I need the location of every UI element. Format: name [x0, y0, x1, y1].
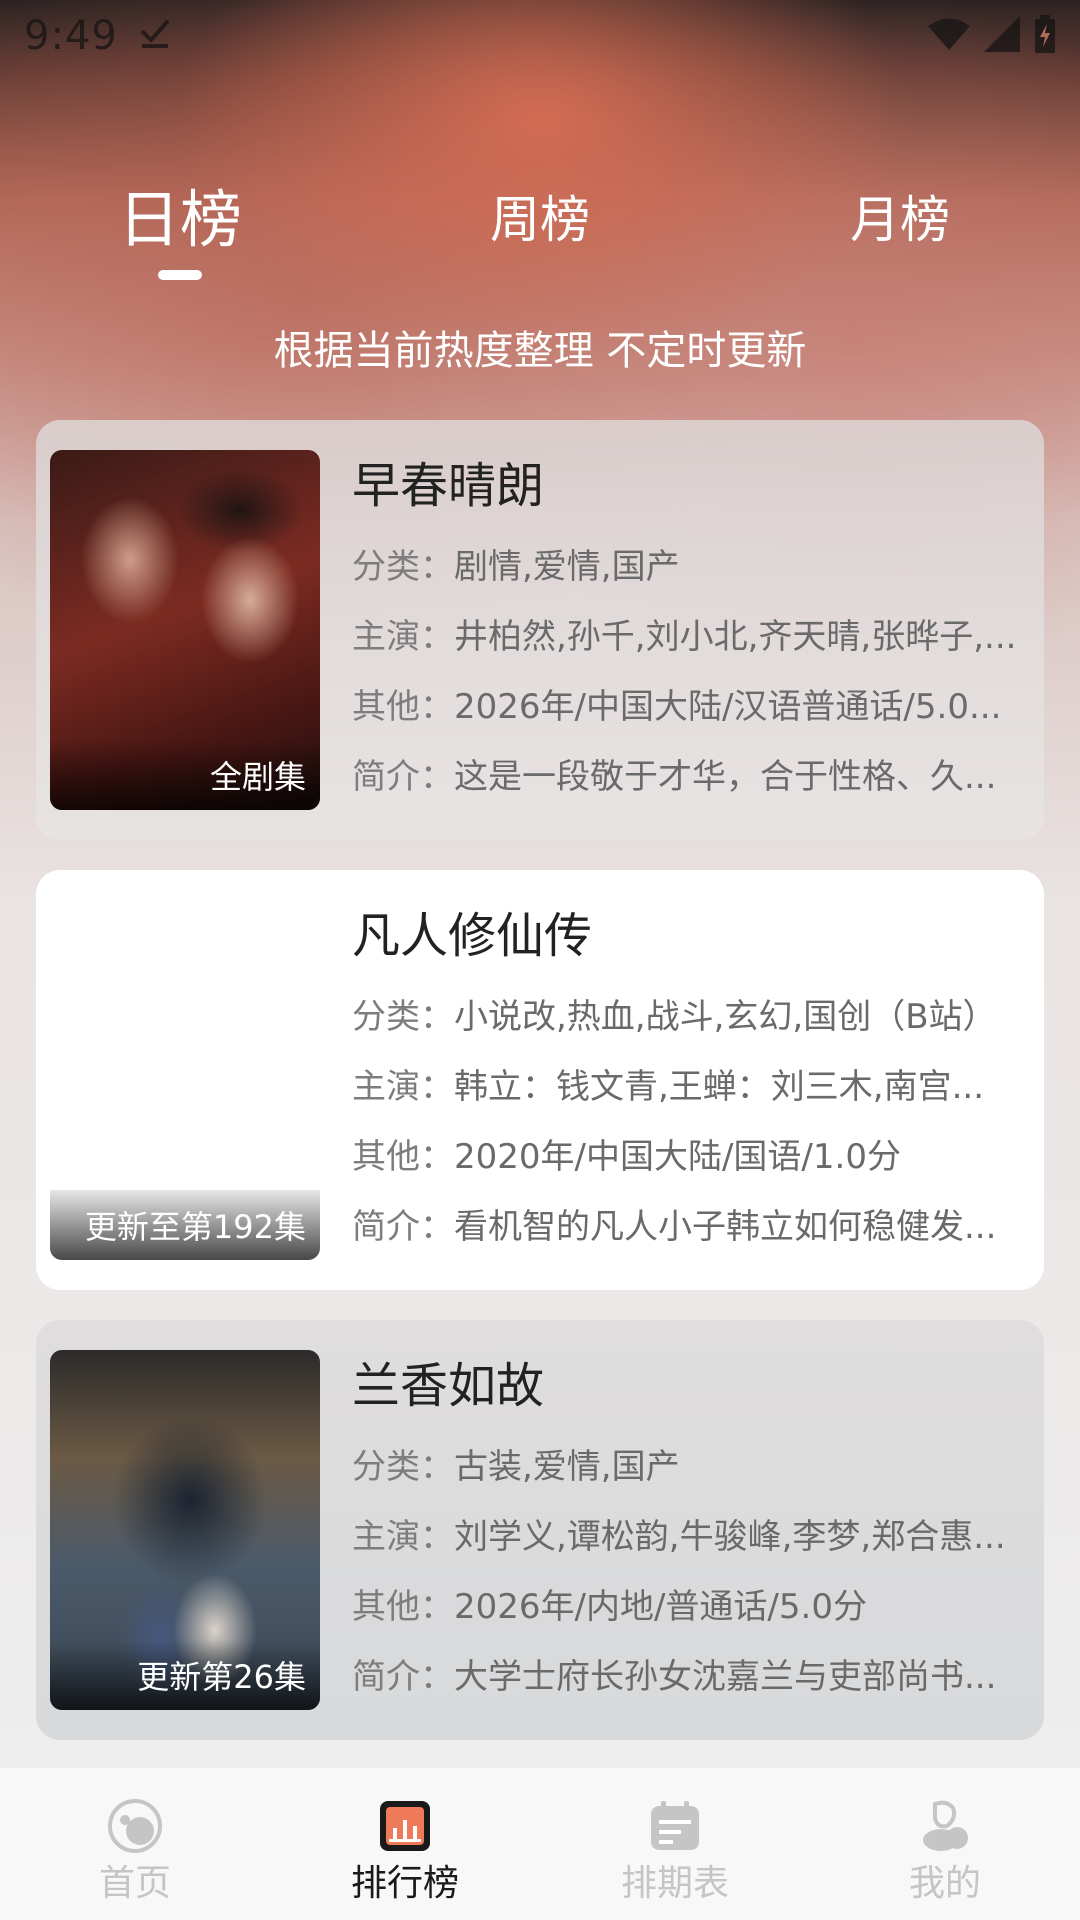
episode-badge: 全剧集	[50, 740, 320, 810]
bottom-navigation: 首页 排行榜 排期表 我的	[0, 1768, 1080, 1920]
intro-label: 简介：	[352, 1657, 454, 1697]
cast-value: 韩立：钱文青,王蝉：刘三木,南宫...	[454, 1067, 985, 1107]
other-label: 其他：	[352, 1137, 454, 1177]
other-value: 2020年/中国大陆/国语/1.0分	[454, 1137, 901, 1177]
intro-value: 这是一段敬于才华，合于性格、久...	[454, 757, 997, 797]
cast-label: 主演：	[352, 1067, 454, 1107]
category-label: 分类：	[352, 1447, 454, 1487]
schedule-icon	[651, 1801, 699, 1850]
cast-label: 主演：	[352, 617, 454, 657]
nav-ranking-label: 排行榜	[350, 1863, 459, 1904]
tab-weekly[interactable]: 周榜	[440, 180, 640, 260]
other-row: 其他：2026年/内地/普通话/5.0分	[352, 1572, 1022, 1642]
other-label: 其他：	[352, 1587, 454, 1627]
ranking-card[interactable]: 全剧集 早春晴朗 分类：剧情,爱情,国产 主演：井柏然,孙千,刘小北,齐天晴,张…	[36, 420, 1044, 840]
other-value: 2026年/中国大陆/汉语普通话/5.0...	[454, 687, 1002, 727]
signal-icon	[984, 16, 1020, 56]
nav-profile[interactable]: 我的	[810, 1768, 1080, 1920]
intro-label: 简介：	[352, 1207, 454, 1247]
nav-home-label: 首页	[98, 1863, 171, 1904]
cast-label: 主演：	[352, 1517, 454, 1557]
category-label: 分类：	[352, 547, 454, 587]
other-value: 2026年/内地/普通话/5.0分	[454, 1587, 867, 1627]
cast-value: 刘学义,谭松韵,牛骏峰,李梦,郑合惠...	[454, 1517, 1006, 1557]
intro-value: 看机智的凡人小子韩立如何稳健发...	[454, 1207, 997, 1247]
poster-image[interactable]: 更新第26集	[50, 1350, 320, 1710]
category-value: 小说改,热血,战斗,玄幻,国创（B站）	[454, 997, 997, 1037]
wifi-icon	[928, 17, 970, 55]
cast-row: 主演：井柏然,孙千,刘小北,齐天晴,张晔子,...	[352, 602, 1022, 672]
cast-value: 井柏然,孙千,刘小北,齐天晴,张晔子,...	[454, 617, 1017, 657]
other-label: 其他：	[352, 687, 454, 727]
nav-home[interactable]: 首页	[0, 1768, 270, 1920]
home-icon	[108, 1799, 162, 1853]
category-value: 古装,爱情,国产	[454, 1447, 680, 1487]
intro-row: 简介：大学士府长孙女沈嘉兰与吏部尚书...	[352, 1642, 1022, 1712]
card-title[interactable]: 凡人修仙传	[352, 904, 1022, 968]
ranking-subtitle: 根据当前热度整理 不定时更新	[273, 328, 807, 374]
tab-indicator	[158, 270, 202, 280]
nav-schedule-label: 排期表	[620, 1863, 729, 1904]
nav-schedule[interactable]: 排期表	[540, 1768, 810, 1920]
nav-profile-label: 我的	[908, 1863, 981, 1904]
card-title[interactable]: 兰香如故	[352, 1354, 1022, 1418]
status-bar: 9:49	[0, 0, 1080, 72]
battery-icon	[1034, 15, 1056, 57]
category-value: 剧情,爱情,国产	[454, 547, 680, 587]
intro-label: 简介：	[352, 757, 454, 797]
nav-ranking[interactable]: 排行榜	[270, 1768, 540, 1920]
intro-value: 大学士府长孙女沈嘉兰与吏部尚书...	[454, 1657, 997, 1697]
status-time: 9:49	[24, 13, 118, 59]
other-row: 其他：2026年/中国大陆/汉语普通话/5.0...	[352, 672, 1022, 742]
cast-row: 主演：刘学义,谭松韵,牛骏峰,李梦,郑合惠...	[352, 1502, 1022, 1572]
episode-badge: 更新至第192集	[50, 1190, 320, 1260]
intro-row: 简介：看机智的凡人小子韩立如何稳健发...	[352, 1192, 1022, 1262]
ranking-icon	[380, 1801, 430, 1851]
profile-icon	[923, 1800, 968, 1851]
category-row: 分类：古装,爱情,国产	[352, 1432, 1022, 1502]
download-done-icon	[138, 14, 172, 58]
poster-image[interactable]: 全剧集	[50, 450, 320, 810]
card-title[interactable]: 早春晴朗	[352, 454, 1022, 518]
category-row: 分类：小说改,热血,战斗,玄幻,国创（B站）	[352, 982, 1022, 1052]
episode-badge: 更新第26集	[50, 1640, 320, 1710]
category-label: 分类：	[352, 997, 454, 1037]
poster-image[interactable]: 更新至第192集	[50, 900, 320, 1260]
other-row: 其他：2020年/中国大陆/国语/1.0分	[352, 1122, 1022, 1192]
ranking-card[interactable]: 更新第26集 兰香如故 分类：古装,爱情,国产 主演：刘学义,谭松韵,牛骏峰,李…	[36, 1320, 1044, 1740]
status-icons	[928, 15, 1056, 57]
tab-monthly[interactable]: 月榜	[800, 180, 1000, 260]
intro-row: 简介：这是一段敬于才华，合于性格、久...	[352, 742, 1022, 812]
category-row: 分类：剧情,爱情,国产	[352, 532, 1022, 602]
cast-row: 主演：韩立：钱文青,王蝉：刘三木,南宫...	[352, 1052, 1022, 1122]
ranking-card[interactable]: 更新至第192集 凡人修仙传 分类：小说改,热血,战斗,玄幻,国创（B站） 主演…	[36, 870, 1044, 1290]
tab-daily[interactable]: 日榜	[80, 180, 280, 260]
